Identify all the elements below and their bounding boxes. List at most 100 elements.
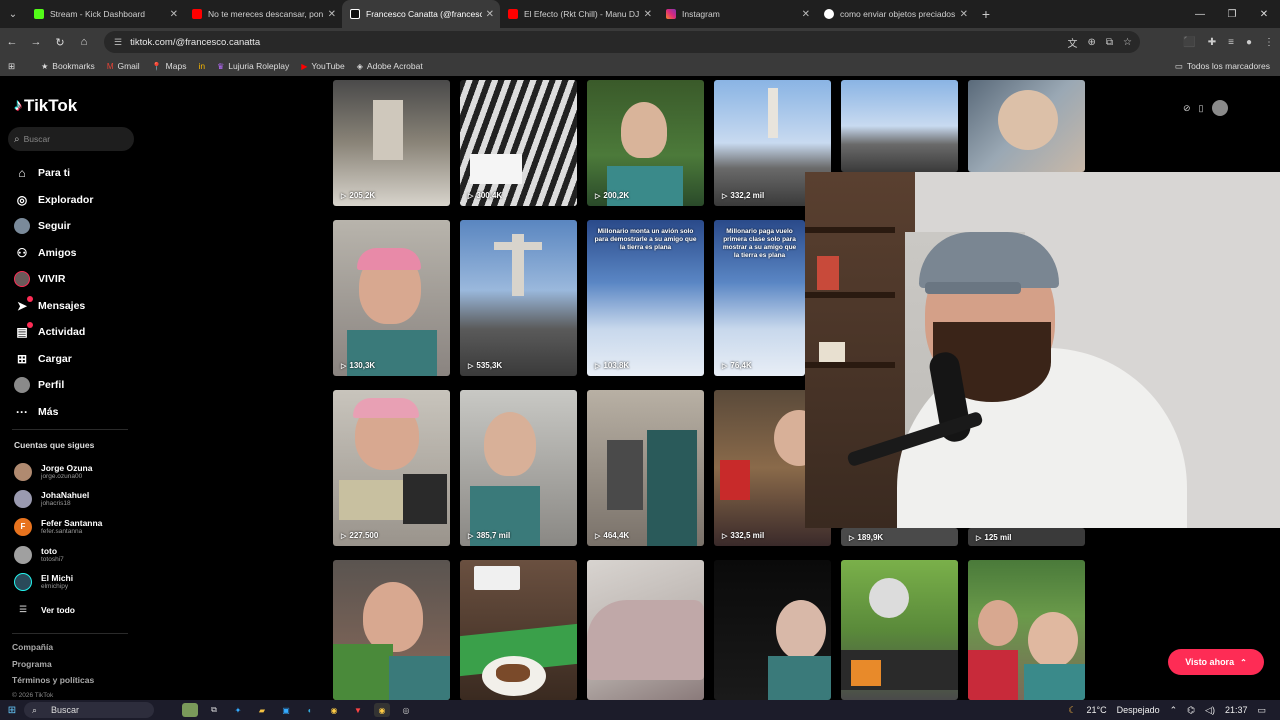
notifications-icon[interactable]: ▭	[1257, 705, 1266, 716]
video-tile[interactable]: ▷ 464,4K	[587, 390, 704, 546]
nav-item-cargar[interactable]: ⊞ Cargar	[14, 346, 93, 373]
nav-item-mensajes[interactable]: ➤ Mensajes	[14, 293, 93, 320]
site-info-icon[interactable]: ☰	[114, 37, 122, 48]
media-icon[interactable]: ≡	[1228, 37, 1234, 48]
maximize-icon[interactable]: ❐	[1216, 0, 1248, 28]
browser-tab[interactable]: No te mereces descansar, pon ✕	[184, 0, 342, 28]
video-tile[interactable]	[333, 560, 450, 700]
video-tile[interactable]: ▷ 200,2K	[587, 80, 704, 206]
task-view-icon[interactable]: ⧉	[206, 703, 222, 717]
following-account[interactable]: Jorge Ozuna jorge.ozuna00	[14, 458, 102, 486]
close-tab-icon[interactable]: ✕	[486, 9, 494, 20]
nav-item-amigos[interactable]: ⚇ Amigos	[14, 240, 93, 267]
bookmark-star-icon[interactable]: ☆	[1123, 37, 1132, 48]
video-tile[interactable]	[968, 80, 1085, 172]
browser-tab[interactable]: Instagram ✕	[658, 0, 816, 28]
new-tab-button[interactable]: +	[974, 6, 998, 22]
minimize-icon[interactable]: —	[1184, 0, 1216, 28]
browser-tab[interactable]: El Efecto (Rkt Chill) - Manu DJ - ✕	[500, 0, 658, 28]
visto-ahora-button[interactable]: Visto ahora ⌃	[1168, 649, 1264, 675]
copilot-icon[interactable]: ✦	[230, 703, 246, 717]
browser-tab[interactable]: como enviar objetos preciados ✕	[816, 0, 974, 28]
windows-start-icon[interactable]: ⊞	[0, 700, 24, 720]
network-icon[interactable]: ⌬	[1187, 705, 1195, 716]
bookmark-item[interactable]: M Gmail	[107, 61, 140, 71]
video-tile[interactable]: ▷ 227.500	[333, 390, 450, 546]
tab-search-icon[interactable]: ⌄	[0, 0, 26, 28]
following-account[interactable]: JohaNahuel johacris18	[14, 486, 102, 514]
obs-icon[interactable]: ◎	[398, 703, 414, 717]
nav-item-vivir[interactable]: VIVIR	[14, 266, 93, 293]
video-tile[interactable]: Millonario monta un avión solo para demo…	[587, 220, 704, 376]
reload-icon[interactable]: ↻	[48, 28, 72, 56]
video-tile[interactable]	[968, 560, 1085, 700]
close-tab-icon[interactable]: ✕	[802, 9, 810, 20]
brave-icon[interactable]: ▼	[350, 703, 366, 717]
edge-icon[interactable]: ◐	[302, 703, 318, 717]
nav-item-para-ti[interactable]: ⌂ Para ti	[14, 160, 93, 187]
bookmark-item[interactable]: ◈ Adobe Acrobat	[357, 61, 423, 71]
bookmark-item[interactable]: ★ Bookmarks	[41, 61, 95, 71]
bookmark-item[interactable]: 📍 Maps	[152, 61, 187, 71]
video-tile[interactable]	[714, 560, 831, 700]
see-all-link[interactable]: ☰ Ver todo	[14, 604, 75, 615]
zoom-icon[interactable]: ⊕	[1088, 37, 1096, 48]
store-icon[interactable]: ▣	[278, 703, 294, 717]
tiktok-logo[interactable]: ♪ TikTok	[14, 96, 77, 116]
forward-icon[interactable]: →	[24, 28, 48, 56]
video-tile[interactable]: ▷ 385,7 mil	[460, 390, 577, 546]
widget-icon[interactable]	[182, 703, 198, 717]
volume-icon[interactable]: ◁)	[1205, 705, 1215, 716]
close-tab-icon[interactable]: ✕	[170, 9, 178, 20]
translate-icon[interactable]: 文	[1068, 35, 1078, 50]
video-tile[interactable]	[587, 560, 704, 700]
video-tile[interactable]: ▷ 535,3K	[460, 220, 577, 376]
video-tile[interactable]: ▷ 125 mil	[968, 528, 1085, 546]
close-tab-icon[interactable]: ✕	[328, 9, 336, 20]
video-tile[interactable]: Millonario paga vuelo primera clase solo…	[714, 220, 805, 376]
footer-link[interactable]: Programa	[12, 659, 94, 676]
profile-avatar-icon[interactable]: ●	[1246, 37, 1252, 48]
chrome-icon[interactable]: ◉	[326, 703, 342, 717]
profile-avatar[interactable]	[1211, 100, 1228, 116]
nav-item-seguir[interactable]: Seguir	[14, 213, 93, 240]
nav-item-explorador[interactable]: ◎ Explorador	[14, 187, 94, 214]
address-bar[interactable]: ☰ tiktok.com/@francesco.canatta 文 ⊕ ⧉ ☆	[104, 31, 1140, 53]
bookmark-item[interactable]: ▶ YouTube	[301, 61, 345, 71]
taskbar-search[interactable]: ⌕ Buscar	[24, 702, 154, 718]
browser-tab[interactable]: Stream - Kick Dashboard ✕	[26, 0, 184, 28]
home-icon[interactable]: ⌂	[72, 28, 96, 56]
nav-item-actividad[interactable]: ▤ Actividad	[14, 319, 93, 346]
following-account[interactable]: El Michi elmichipy	[14, 568, 102, 596]
extension-icon[interactable]: ⬛	[1183, 37, 1195, 48]
nav-item-perfil[interactable]: Perfil	[14, 372, 93, 399]
chevron-up-icon[interactable]: ⌃	[1170, 705, 1178, 716]
all-bookmarks[interactable]: ▭ Todos los marcadores	[1175, 56, 1270, 76]
bookmark-item[interactable]: in	[198, 61, 205, 71]
close-window-icon[interactable]: ✕	[1248, 0, 1280, 28]
apps-icon[interactable]: ⊞	[8, 61, 15, 72]
browser-tab-active[interactable]: Francesco Canatta (@francesco ✕	[342, 0, 500, 28]
footer-link[interactable]: Compañía	[12, 642, 94, 659]
device-icon[interactable]: ▯	[1199, 103, 1204, 114]
install-icon[interactable]: ⧉	[1106, 37, 1113, 48]
video-tile[interactable]	[841, 80, 958, 172]
file-explorer-icon[interactable]: ▰	[254, 703, 270, 717]
bookmark-item[interactable]: ♛ Lujuria Roleplay	[217, 61, 289, 71]
footer-link[interactable]: Términos y políticas	[12, 675, 94, 692]
compass-icon[interactable]: ⊘	[1183, 103, 1191, 114]
browser-menu-icon[interactable]: ⋮	[1264, 37, 1274, 48]
video-tile[interactable]: ▷ 300,4K	[460, 80, 577, 206]
video-tile[interactable]: ▷ 205,2K	[333, 80, 450, 206]
search-input[interactable]: ⌕ Buscar	[8, 127, 134, 151]
close-tab-icon[interactable]: ✕	[960, 9, 968, 20]
video-tile[interactable]	[841, 560, 958, 700]
close-tab-icon[interactable]: ✕	[644, 9, 652, 20]
back-icon[interactable]: ←	[0, 28, 24, 56]
video-tile[interactable]: ▷ 189,9K	[841, 528, 958, 546]
following-account[interactable]: F Fefer Santanna fefer.santanna	[14, 513, 102, 541]
video-tile[interactable]: ▷ 130,3K	[333, 220, 450, 376]
extensions-puzzle-icon[interactable]: ✚	[1208, 37, 1216, 48]
following-account[interactable]: toto totoshi7	[14, 541, 102, 569]
video-tile[interactable]	[460, 560, 577, 700]
